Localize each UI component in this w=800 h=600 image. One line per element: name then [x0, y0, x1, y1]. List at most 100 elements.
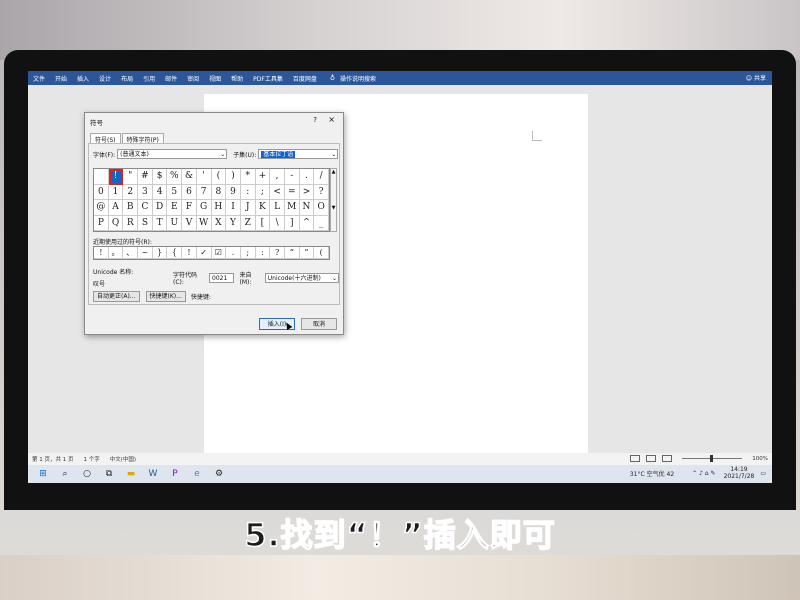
- symbol-cell[interactable]: >: [299, 184, 315, 200]
- premiere-icon[interactable]: P: [168, 467, 182, 481]
- symbol-cell[interactable]: V: [182, 215, 197, 231]
- symbol-cell[interactable]: #: [138, 169, 153, 185]
- recent-symbol-cell[interactable]: .: [226, 247, 241, 259]
- symbol-cell[interactable]: 8: [211, 184, 227, 200]
- symbol-cell[interactable]: N: [299, 200, 315, 216]
- tell-me-search[interactable]: 操作说明搜索: [335, 74, 381, 83]
- symbol-cell[interactable]: @: [94, 200, 109, 216]
- recent-symbol-cell[interactable]: 、: [123, 247, 139, 259]
- symbol-cell[interactable]: B: [123, 200, 139, 216]
- symbol-cell[interactable]: X: [211, 215, 227, 231]
- notification-icon[interactable]: ▭: [760, 470, 766, 477]
- symbol-cell[interactable]: Q: [108, 215, 124, 231]
- symbol-cell[interactable]: G: [196, 200, 212, 216]
- recent-symbol-cell[interactable]: !: [182, 247, 197, 259]
- symbol-cell[interactable]: %: [167, 169, 183, 185]
- web-layout-icon[interactable]: [662, 455, 672, 462]
- shortcut-key-button[interactable]: 快捷键(K)...: [145, 291, 186, 302]
- symbol-cell[interactable]: (: [211, 169, 227, 185]
- tab-mailings[interactable]: 邮件: [160, 74, 182, 83]
- symbol-cell[interactable]: E: [167, 200, 183, 216]
- tab-file[interactable]: 文件: [28, 74, 50, 83]
- symbol-cell[interactable]: -: [284, 169, 300, 185]
- tab-layout[interactable]: 布局: [116, 74, 138, 83]
- symbol-cell[interactable]: R: [123, 215, 139, 231]
- symbol-cell[interactable]: $: [152, 169, 168, 185]
- symbol-cell[interactable]: *: [240, 169, 256, 185]
- symbol-cell[interactable]: H: [211, 200, 227, 216]
- page-count[interactable]: 第 1 页，共 1 页: [32, 455, 74, 463]
- symbol-cell-selected[interactable]: !: [108, 169, 124, 185]
- zoom-level[interactable]: 100%: [752, 456, 768, 462]
- symbol-cell[interactable]: ,: [270, 169, 285, 185]
- symbol-cell[interactable]: Y: [226, 215, 241, 231]
- symbol-cell[interactable]: /: [314, 169, 329, 185]
- tab-references[interactable]: 引用: [138, 74, 160, 83]
- weather-widget[interactable]: 31°C 空气优 42: [630, 469, 674, 478]
- recent-symbol-cell[interactable]: “: [284, 247, 300, 259]
- symbol-cell[interactable]: O: [314, 200, 329, 216]
- symbol-cell[interactable]: 0: [94, 184, 109, 200]
- word-count[interactable]: 1 个字: [84, 455, 100, 463]
- windows-start-icon[interactable]: ⊞: [36, 467, 50, 481]
- recent-symbol-cell[interactable]: {: [167, 247, 183, 259]
- tab-home[interactable]: 开始: [50, 74, 72, 83]
- symbol-cell[interactable]: 9: [226, 184, 241, 200]
- symbol-cell[interactable]: ?: [314, 184, 329, 200]
- close-icon[interactable]: ×: [328, 115, 335, 124]
- symbol-cell[interactable]: 6: [182, 184, 197, 200]
- symbol-cell[interactable]: T: [152, 215, 168, 231]
- read-mode-icon[interactable]: [630, 455, 640, 462]
- zoom-slider[interactable]: [682, 455, 742, 462]
- symbol-cell[interactable]: <: [270, 184, 285, 200]
- word-app-icon[interactable]: W: [146, 467, 160, 481]
- symbol-cell[interactable]: 5: [167, 184, 183, 200]
- font-select[interactable]: (普通文本) ⌄: [117, 149, 228, 159]
- cortana-icon[interactable]: ○: [80, 467, 94, 481]
- grid-scrollbar[interactable]: ▲ ▼: [330, 168, 337, 232]
- symbol-cell[interactable]: 3: [138, 184, 153, 200]
- recent-symbol-cell[interactable]: ?: [270, 247, 285, 259]
- subset-select[interactable]: 基本拉丁语 ⌄: [258, 149, 339, 159]
- symbol-cell[interactable]: L: [270, 200, 285, 216]
- share-button[interactable]: ☺ 共享: [746, 73, 766, 82]
- symbol-cell[interactable]: ]: [284, 215, 300, 231]
- symbol-cell[interactable]: ;: [255, 184, 271, 200]
- tab-design[interactable]: 设计: [94, 74, 116, 83]
- tab-review[interactable]: 审阅: [182, 74, 204, 83]
- symbol-cell[interactable]: 7: [196, 184, 212, 200]
- recent-symbol-cell[interactable]: ;: [240, 247, 256, 259]
- search-icon[interactable]: ⌕: [58, 467, 72, 481]
- recent-symbol-cell[interactable]: ✓: [196, 247, 212, 259]
- help-icon[interactable]: ?: [313, 116, 317, 124]
- settings-gear-icon[interactable]: ⚙: [212, 467, 226, 481]
- symbol-cell[interactable]: W: [196, 215, 212, 231]
- symbol-cell[interactable]: S: [138, 215, 153, 231]
- symbol-cell[interactable]: 2: [123, 184, 139, 200]
- symbol-cell[interactable]: K: [255, 200, 271, 216]
- recent-symbol-cell[interactable]: ☑: [211, 247, 227, 259]
- char-code-input[interactable]: 0021: [209, 273, 235, 283]
- edge-browser-icon[interactable]: e: [190, 467, 204, 481]
- symbol-cell[interactable]: F: [182, 200, 197, 216]
- symbol-cell[interactable]: [94, 169, 109, 185]
- language-indicator[interactable]: 中文(中国): [110, 455, 136, 463]
- cancel-button[interactable]: 取消: [301, 318, 337, 330]
- tab-pdf-tools[interactable]: PDF工具集: [248, 74, 288, 83]
- symbol-cell[interactable]: _: [314, 215, 329, 231]
- symbol-cell[interactable]: .: [299, 169, 315, 185]
- recent-symbol-cell[interactable]: !: [94, 247, 109, 259]
- symbol-cell[interactable]: Z: [240, 215, 256, 231]
- tab-view[interactable]: 视图: [204, 74, 226, 83]
- tab-baidu-netdisk[interactable]: 百度网盘: [288, 74, 322, 83]
- symbol-cell[interactable]: \: [270, 215, 285, 231]
- symbol-cell[interactable]: +: [255, 169, 271, 185]
- symbol-cell[interactable]: D: [152, 200, 168, 216]
- symbol-cell[interactable]: [: [255, 215, 271, 231]
- tray-icons[interactable]: ⌃ ♪ ⌂ ✎: [692, 470, 715, 477]
- recent-symbol-cell[interactable]: (: [314, 247, 329, 259]
- autocorrect-button[interactable]: 自动更正(A)...: [93, 291, 140, 302]
- symbol-cell[interactable]: 1: [108, 184, 124, 200]
- recent-symbol-cell[interactable]: ”: [299, 247, 315, 259]
- tab-insert[interactable]: 插入: [72, 74, 94, 83]
